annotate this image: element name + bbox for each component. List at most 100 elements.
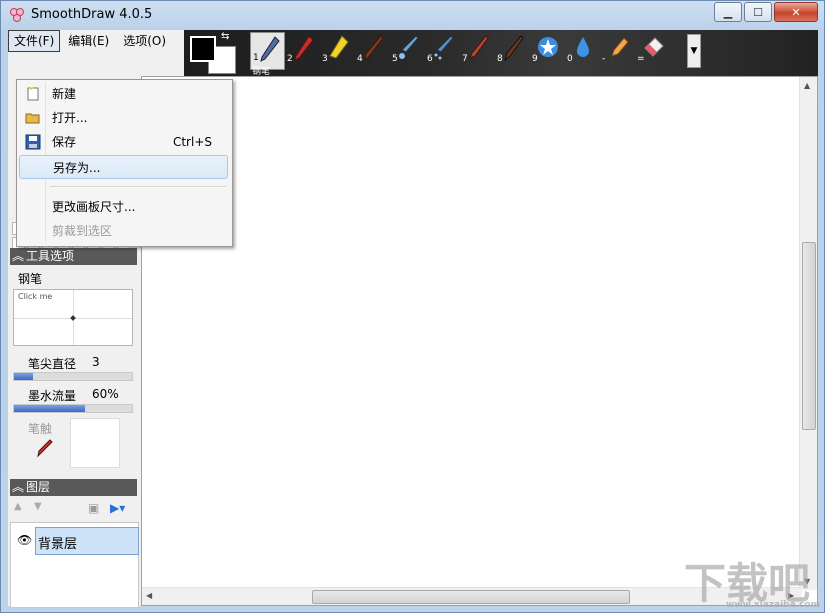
layer-name: 背景层 <box>38 537 78 552</box>
layer-properties-icon[interactable]: ▣ <box>88 501 99 515</box>
tip-diameter-slider[interactable] <box>13 372 133 381</box>
tool-list: 1 钢笔 2 3 4 5 6 7 8 9 0 - = <box>250 32 670 77</box>
horizontal-scroll-thumb[interactable] <box>312 590 630 604</box>
tool-highlighter[interactable]: 3 <box>320 32 355 70</box>
tool-pen[interactable]: 1 钢笔 <box>250 32 285 77</box>
menu-item-label: 新建 <box>52 87 77 101</box>
collapse-chevron-icon: ︽ <box>11 249 24 263</box>
ink-flow-slider[interactable] <box>13 404 133 413</box>
menu-item-label: 保存 <box>52 135 77 149</box>
tool-airbrush[interactable]: 5 <box>390 32 425 70</box>
open-folder-icon <box>25 113 40 124</box>
scroll-up-icon[interactable]: ▲ <box>804 81 810 90</box>
tool-number: 7 <box>462 54 468 64</box>
menu-edit[interactable]: 编辑(E) <box>62 30 115 52</box>
move-layer-up-icon[interactable]: ▲ <box>14 501 22 512</box>
watermark-url: www.xiazaiba.com <box>726 600 820 610</box>
highlighter-icon <box>329 35 349 59</box>
tool-ink-brush[interactable]: 8 <box>495 32 530 70</box>
client-area: 文件(F) 编辑(E) 选项(O) ⇆ 1 钢笔 2 3 4 5 6 7 8 9… <box>8 30 818 608</box>
watermark: 下载吧 www.xiazaiba.com <box>684 550 824 610</box>
tool-number: 0 <box>567 54 573 64</box>
tool-number: 9 <box>532 54 538 64</box>
menu-item-new[interactable]: 新建 <box>19 82 228 106</box>
tip-diameter-label: 笔尖直径 <box>28 357 77 371</box>
smudge-finger-icon <box>611 37 629 57</box>
layers-header[interactable]: ︽ 图层 <box>10 479 137 496</box>
flat-brush-icon <box>469 35 489 59</box>
ink-flow-label: 墨水流量 <box>28 389 77 403</box>
app-logo-icon <box>10 8 24 22</box>
pencil-icon <box>294 35 314 61</box>
brush-tip-preview[interactable] <box>70 418 120 468</box>
tool-number: 6 <box>427 54 433 64</box>
stroke-preview-area[interactable]: Click me <box>13 289 133 346</box>
brush-tip-icon[interactable] <box>34 438 54 458</box>
menu-item-label: 剪裁到选区 <box>52 224 113 238</box>
menu-item-label: 另存为... <box>53 161 101 175</box>
brush-tip-label: 笔触 <box>28 422 53 436</box>
menu-options[interactable]: 选项(O) <box>117 30 172 52</box>
tool-pencil[interactable]: 2 <box>285 32 320 70</box>
layer-list: 👁 背景层 <box>10 522 139 608</box>
tool-number: 3 <box>322 54 328 64</box>
new-layer-menu-icon[interactable]: ▶▾ <box>110 501 125 515</box>
scroll-left-icon[interactable]: ◀ <box>146 591 152 600</box>
tool-star[interactable]: 9 <box>530 32 565 70</box>
star-icon <box>538 37 558 57</box>
foreground-color-swatch[interactable] <box>190 36 216 62</box>
tool-number: 2 <box>287 54 293 64</box>
menu-item-save[interactable]: 保存 Ctrl+S <box>19 130 228 154</box>
tool-flat-brush[interactable]: 7 <box>460 32 495 70</box>
brush-icon <box>364 35 384 62</box>
toolbar-dropdown-button[interactable]: ▼ <box>687 34 701 68</box>
tool-number: 4 <box>357 54 363 64</box>
ink-brush-icon <box>504 35 524 62</box>
airbrush-icon <box>399 35 419 59</box>
vertical-scroll-thumb[interactable] <box>802 242 816 430</box>
tool-number: - <box>602 54 606 64</box>
minimize-button[interactable]: ▁ <box>714 2 742 22</box>
close-button[interactable]: ✕ <box>774 2 818 22</box>
tool-smudge[interactable]: - <box>600 32 635 70</box>
tool-water-drop[interactable]: 0 <box>565 32 600 70</box>
move-layer-down-icon[interactable]: ▼ <box>34 501 42 512</box>
title-bar[interactable]: SmoothDraw 4.0.5 ▁ ☐ ✕ <box>1 1 824 29</box>
drawing-canvas[interactable]: ▲ ▼ ◀ ▶ <box>141 76 818 606</box>
tool-name-label: 钢笔 <box>18 272 43 286</box>
tool-number: 1 <box>253 53 259 63</box>
menu-file[interactable]: 文件(F) <box>8 30 61 52</box>
menu-item-open[interactable]: 打开... <box>19 106 228 130</box>
collapse-chevron-icon: ︽ <box>11 480 24 494</box>
menu-item-resize-canvas[interactable]: 更改画板尺寸... <box>19 195 228 219</box>
tip-diameter-slider-fill <box>14 373 33 380</box>
eye-icon[interactable]: 👁 <box>17 533 32 547</box>
layers-title: 图层 <box>26 480 51 494</box>
tool-number: 5 <box>392 54 398 64</box>
maximize-button[interactable]: ☐ <box>744 2 772 22</box>
water-drop-icon <box>577 37 589 57</box>
eraser-icon <box>644 37 664 57</box>
swap-colors-icon[interactable]: ⇆ <box>221 31 229 42</box>
tool-options-title: 工具选项 <box>26 249 75 263</box>
tool-options-header[interactable]: ︽ 工具选项 <box>10 248 137 265</box>
menu-item-shortcut: Ctrl+S <box>172 135 212 149</box>
spray-icon <box>434 35 454 60</box>
menu-item-label: 打开... <box>52 111 88 125</box>
new-file-icon <box>27 87 39 101</box>
layer-toolbar: ▲ ▼ ▣ ▶▾ <box>12 501 136 519</box>
pen-icon <box>260 36 280 62</box>
file-menu-dropdown: 新建 打开... 保存 Ctrl+S 另存为... 更改画板尺寸... 剪裁到选… <box>16 79 233 247</box>
brush-toolbar: ⇆ 1 钢笔 2 3 4 5 6 7 8 9 0 - = ▼ <box>184 30 818 77</box>
tool-brush[interactable]: 4 <box>355 32 390 70</box>
vertical-scrollbar[interactable]: ▲ ▼ <box>799 77 817 590</box>
menu-separator <box>50 186 226 187</box>
tool-eraser[interactable]: = <box>635 32 670 70</box>
tool-number: 8 <box>497 54 503 64</box>
menu-item-label: 更改画板尺寸... <box>52 200 136 214</box>
tool-spray[interactable]: 6 <box>425 32 460 70</box>
menu-item-save-as[interactable]: 另存为... <box>19 155 228 179</box>
layer-item[interactable]: 背景层 <box>35 527 139 555</box>
preview-hint: Click me <box>18 292 53 301</box>
ink-flow-slider-fill <box>14 405 85 412</box>
